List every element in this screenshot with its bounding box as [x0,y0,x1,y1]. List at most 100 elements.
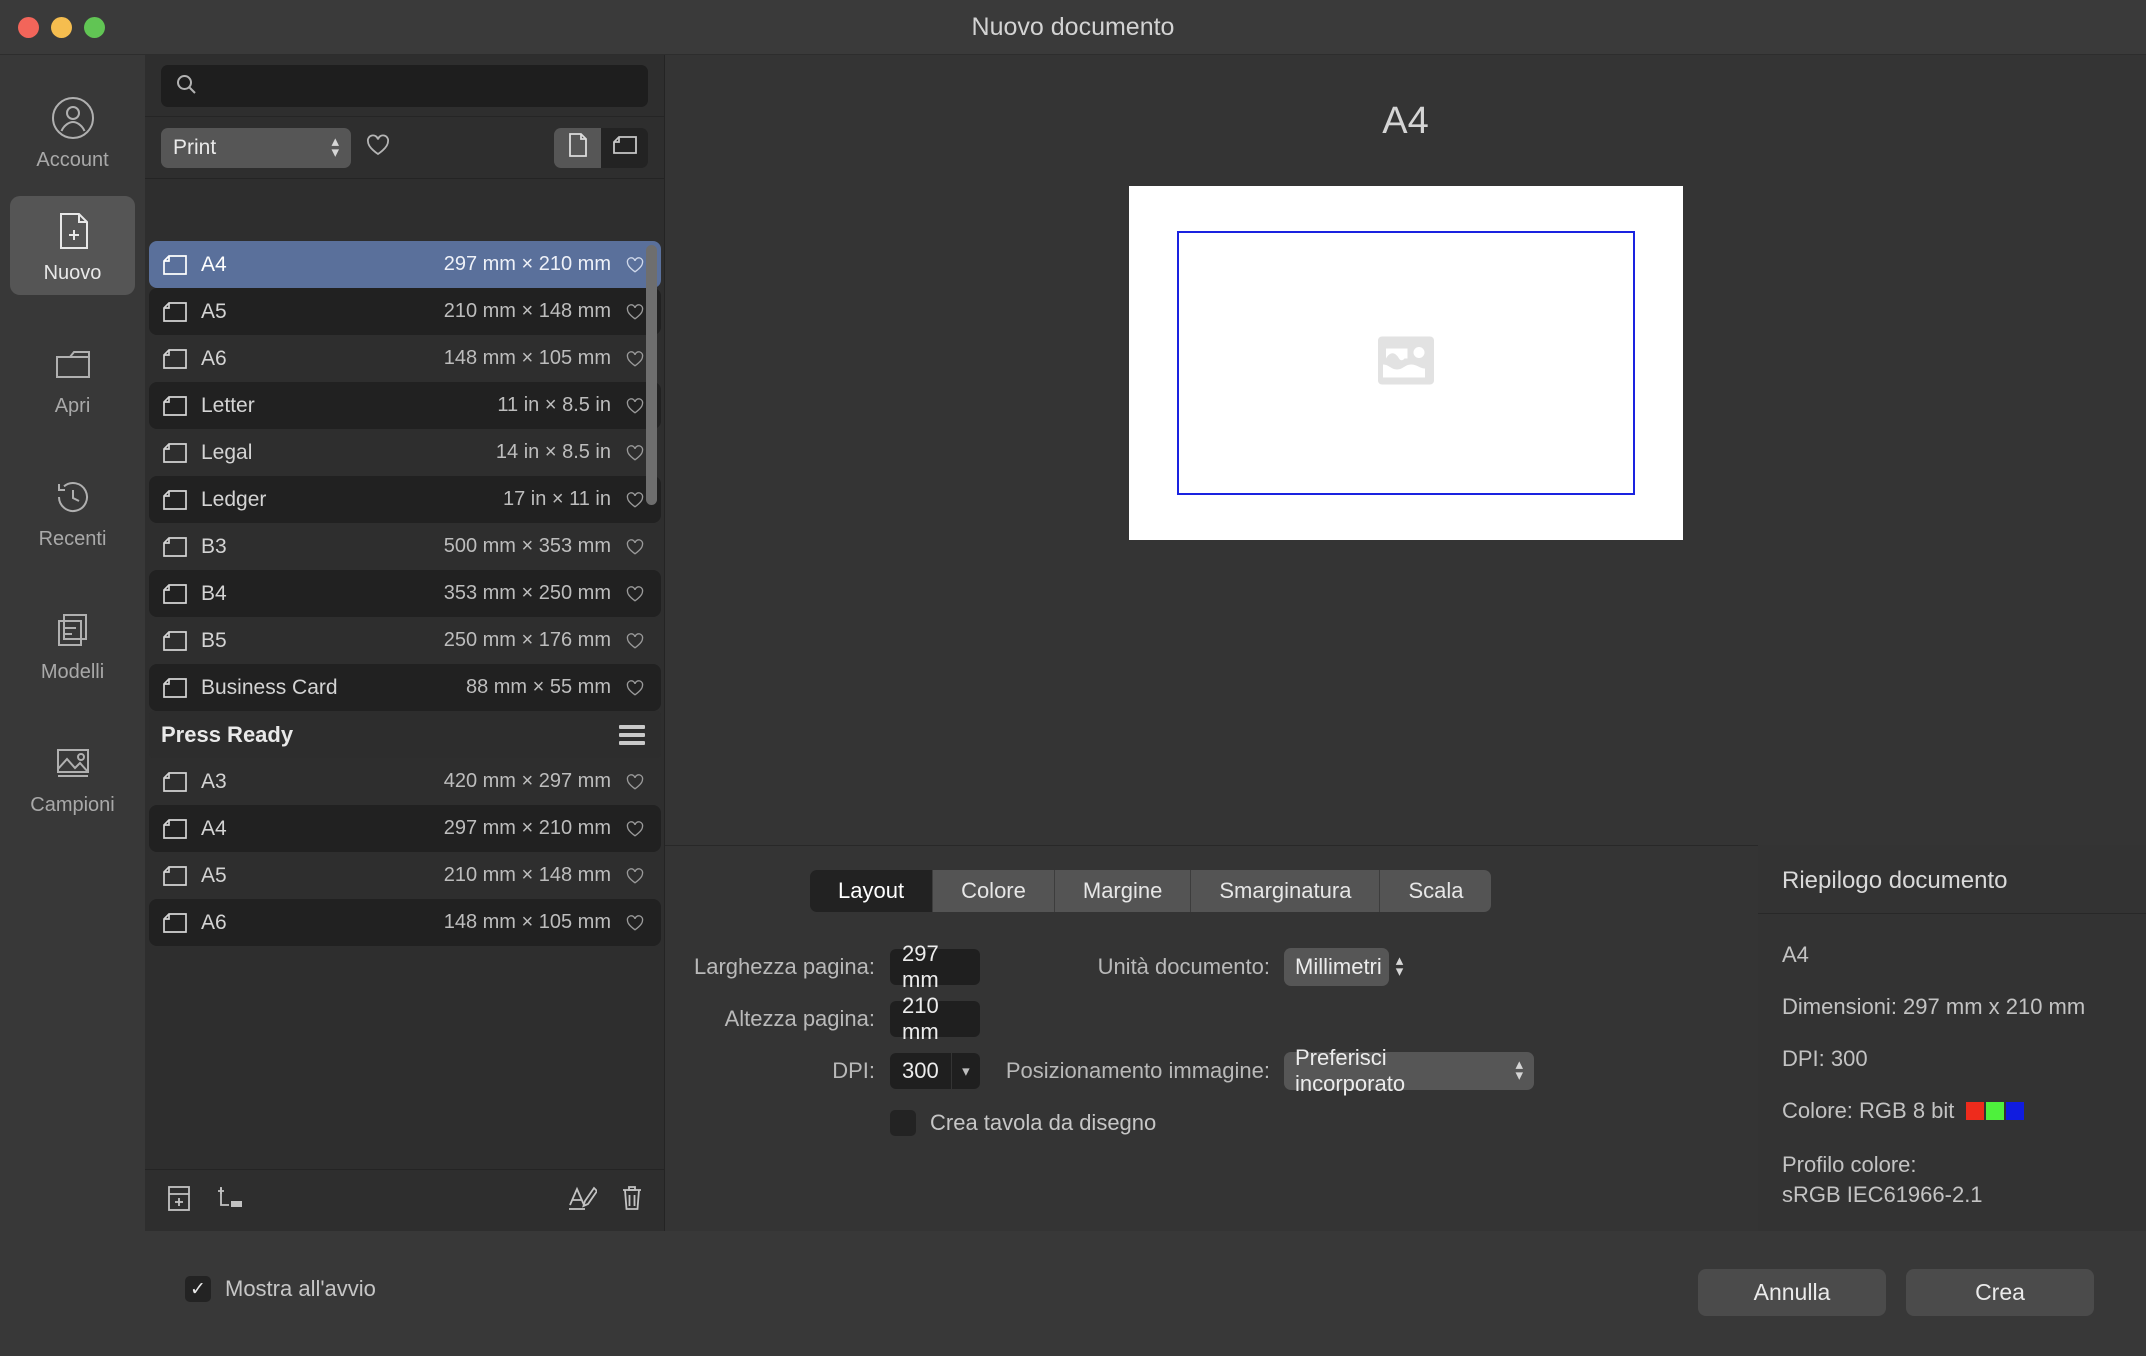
favorite-heart-icon[interactable] [625,867,647,885]
color-swatches [1966,1102,2025,1120]
sidebar-rail: Account Nuovo Apri Recenti Modelli Campi… [0,55,145,1356]
trash-icon[interactable] [619,1184,645,1217]
preset-row[interactable]: Ledger 17 in × 11 in [149,476,661,523]
preset-row[interactable]: A4 297 mm × 210 mm [149,241,661,288]
account-icon [50,95,96,141]
create-artboard-row: Crea tavola da disegno [665,1097,1758,1149]
landscape-page-icon [161,676,191,700]
favorites-filter-button[interactable] [365,133,391,162]
search-input[interactable] [207,74,634,98]
footer-bar: ✓ Mostra all'avvio Annulla Crea [145,1231,2146,1356]
preset-dimensions: 250 mm × 176 mm [443,629,611,651]
footer-actions: Annulla Crea [1698,1269,2094,1316]
checkbox-box-checked: ✓ [185,1276,211,1302]
preset-row[interactable]: A5 210 mm × 148 mm [149,288,661,335]
preset-row[interactable]: Legal 14 in × 8.5 in [149,429,661,476]
preview-pane: A4 [665,55,2146,845]
landscape-page-icon [161,253,191,277]
preset-row[interactable]: Business Card 88 mm × 55 mm [149,664,661,711]
tab-smarginatura[interactable]: Smarginatura [1191,870,1381,912]
chevron-down-icon: ▾ [950,1053,980,1089]
category-select-value: Print [173,135,217,159]
favorite-heart-icon[interactable] [625,538,647,556]
preset-dimensions: 17 in × 11 in [502,488,611,510]
tab-margine[interactable]: Margine [1054,870,1192,912]
sidebar-item-apri[interactable]: Apri [10,329,135,428]
landscape-page-icon [161,864,191,888]
preset-row[interactable]: B4 353 mm × 250 mm [149,570,661,617]
dpi-combobox[interactable]: 300 ▾ [890,1053,980,1089]
favorite-heart-icon[interactable] [625,397,647,415]
landscape-page-icon [161,300,191,324]
checkbox-box [890,1110,916,1136]
sidebar-item-recenti[interactable]: Recenti [10,462,135,561]
page-width-input[interactable]: 297 mm [890,941,980,992]
hamburger-icon[interactable] [619,724,645,745]
favorite-heart-icon[interactable] [625,820,647,838]
favorite-heart-icon[interactable] [625,350,647,368]
sidebar-item-campioni[interactable]: Campioni [10,728,135,827]
create-artboard-checkbox[interactable]: Crea tavola da disegno [890,1110,1156,1136]
landscape-page-icon [161,347,191,371]
presets-list-scrollbar[interactable] [646,245,657,867]
settings-panel: Layout Colore Margine Smarginatura Scala… [665,845,1758,1231]
dpi-label: DPI: [832,1058,875,1083]
show-on-startup-checkbox[interactable]: ✓ Mostra all'avvio [185,1276,376,1302]
preset-row[interactable]: A3 420 mm × 297 mm [149,758,661,805]
preset-dimensions: 353 mm × 250 mm [443,582,611,604]
preset-row[interactable]: A6 148 mm × 105 mm [149,335,661,382]
favorite-heart-icon[interactable] [625,303,647,321]
preset-row[interactable]: A5 210 mm × 148 mm [149,852,661,899]
favorite-heart-icon[interactable] [625,773,647,791]
favorite-heart-icon[interactable] [625,632,647,650]
add-preset-icon[interactable] [165,1184,193,1217]
preset-row[interactable]: B3 500 mm × 353 mm [149,523,661,570]
summary-profile: Profilo colore: sRGB IEC61966-2.1 [1782,1150,2122,1209]
category-select[interactable]: Print ▴ ▾ [161,127,351,168]
preset-name: A4 [201,816,227,840]
summary-profile-label: Profilo colore: [1782,1152,1917,1177]
favorite-heart-icon[interactable] [625,914,647,932]
templates-icon [50,607,96,653]
favorite-heart-icon[interactable] [625,679,647,697]
sidebar-item-nuovo[interactable]: Nuovo [10,196,135,295]
sidebar-item-label: Recenti [38,528,107,550]
sidebar-item-modelli[interactable]: Modelli [10,595,135,694]
rename-icon[interactable] [567,1184,599,1217]
preset-section-header[interactable]: Press Ready [149,711,661,758]
sidebar-item-account[interactable]: Account [10,83,135,182]
cancel-button[interactable]: Annulla [1698,1269,1886,1316]
scrollbar-thumb[interactable] [646,245,657,505]
summary-dpi: DPI: 300 [1782,1046,1868,1071]
preset-dimensions: 148 mm × 105 mm [443,347,611,369]
search-icon [175,73,197,100]
preset-row[interactable]: Letter 11 in × 8.5 in [149,382,661,429]
favorite-heart-icon[interactable] [625,491,647,509]
preset-row[interactable]: A6 148 mm × 105 mm [149,899,661,946]
preset-dimensions: 420 mm × 297 mm [443,770,611,792]
create-button[interactable]: Crea [1906,1269,2094,1316]
portrait-view-button[interactable] [554,127,601,168]
favorite-heart-icon[interactable] [625,444,647,462]
preset-name: A3 [201,769,227,793]
presets-list[interactable]: A4 297 mm × 210 mm A5 210 mm × 148 mm A6 148 … [145,241,665,1049]
tab-colore[interactable]: Colore [933,870,1055,912]
landscape-page-icon [161,817,191,841]
preset-row[interactable]: B5 250 mm × 176 mm [149,617,661,664]
add-category-icon[interactable] [215,1184,245,1217]
tab-scala[interactable]: Scala [1380,870,1492,912]
tab-layout[interactable]: Layout [810,870,934,912]
presets-toolbar [145,1169,665,1231]
document-unit-select[interactable]: Millimetri ▴ ▾ [1284,948,1403,986]
favorite-heart-icon[interactable] [625,585,647,603]
favorite-heart-icon[interactable] [625,256,647,274]
recent-clock-icon [50,474,96,520]
summary-profile-value: sRGB IEC61966-2.1 [1782,1181,1983,1207]
search-box[interactable] [161,65,648,107]
image-placement-select[interactable]: Preferisci incorporato ▴ ▾ [1284,1045,1534,1096]
sidebar-item-label: Campioni [30,794,115,816]
page-height-input[interactable]: 210 mm [890,993,980,1044]
preset-row[interactable]: A4 297 mm × 210 mm [149,805,661,852]
landscape-view-button[interactable] [601,127,648,168]
preset-name: A4 [201,252,227,276]
